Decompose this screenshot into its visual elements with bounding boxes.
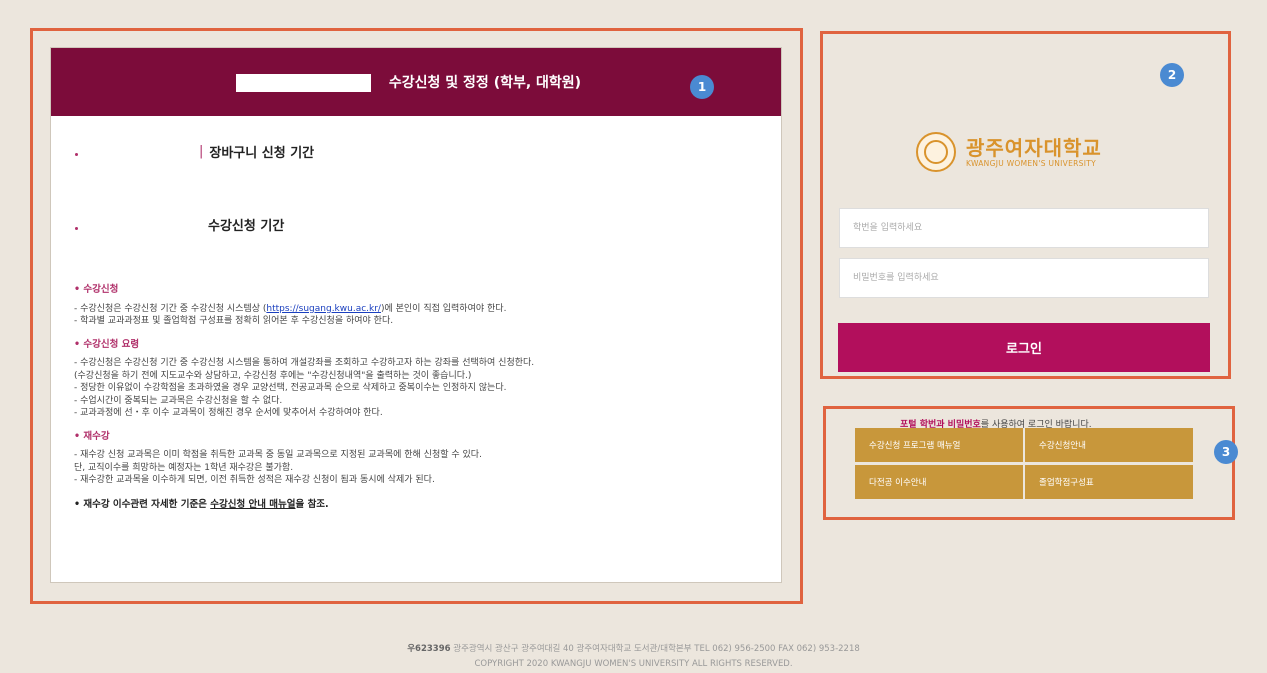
- notice-line: - 재수강한 교과목을 이수하게 되면, 이전 취득한 성적은 재수강 신청이 …: [74, 475, 435, 485]
- footer-copyright: COPYRIGHT 2020 KWANGJU WOMEN'S UNIVERSIT…: [474, 659, 793, 669]
- logo-korean: 광주여자대학교: [966, 135, 1102, 160]
- registration-guide-button[interactable]: 수강신청안내: [1025, 428, 1193, 462]
- final-note: • 재수강 이수관련 자세한 기준은 수강신청 안내 매뉴얼을 참조.: [74, 498, 329, 510]
- password-input[interactable]: [839, 258, 1209, 298]
- callout-number-2: 2: [1160, 63, 1184, 87]
- notice-line: - 정당한 이유없이 수강학점을 초과하였을 경우 교양선택, 전공교과목 순으…: [74, 383, 507, 393]
- sugang-link[interactable]: https://sugang.kwu.ac.kr/: [266, 304, 381, 314]
- notice-line: 단, 교직이수를 희망하는 예정자는 1학년 재수강은 불가함.: [74, 462, 294, 473]
- bullet-dot: [75, 153, 78, 156]
- footer-address: 우623396 광주광역시 광산구 광주여대길 40 광주여자대학교 도서관/대…: [407, 644, 860, 654]
- multi-major-guide-button[interactable]: 다전공 이수안내: [855, 465, 1023, 499]
- notice-body: • 수강신청 - 수강신청은 수강신청 기간 중 수강신청 시스템상 (http…: [74, 284, 774, 511]
- section-heading: • 재수강: [74, 430, 110, 442]
- notice-line: - 수강신청은 수강신청 기간 중 수강신청 시스템상 (https://sug…: [74, 303, 507, 314]
- manual-reference: 수강신청 안내 매뉴얼: [210, 498, 296, 510]
- callout-number-1: 1: [690, 75, 714, 99]
- period-marker: |: [199, 144, 204, 159]
- announcement-panel: 수강신청 및 정정 (학부, 대학원) | 장바구니 신청 기간 수강신청 기간…: [50, 47, 782, 583]
- university-logo: 광주여자대학교 KWANGJU WOMEN'S UNIVERSITY: [916, 132, 1102, 172]
- cart-period-label: 장바구니 신청 기간: [209, 146, 315, 161]
- section-heading: • 수강신청 요령: [74, 338, 140, 350]
- login-button[interactable]: 로그인: [838, 323, 1210, 372]
- page-title: 수강신청 및 정정 (학부, 대학원): [388, 75, 582, 91]
- notice-line: - 교과과정에 선・후 이수 교과목이 정해진 경우 순서에 맞추어서 수강하여…: [74, 408, 383, 418]
- notice-line: - 학과별 교과과정표 및 졸업학점 구성표를 정확히 읽어본 후 수강신청을 …: [74, 316, 394, 326]
- registration-period: 수강신청 기간: [208, 215, 284, 234]
- notice-line: - 수업시간이 중복되는 교과목은 수강신청을 할 수 없다.: [74, 395, 283, 406]
- registration-period-label: 수강신청 기간: [208, 219, 285, 234]
- logo-english: KWANGJU WOMEN'S UNIVERSITY: [966, 158, 1096, 168]
- redaction-box: [236, 74, 371, 92]
- callout-number-3: 3: [1214, 440, 1238, 464]
- university-seal-icon: [916, 132, 956, 172]
- student-id-input[interactable]: [839, 208, 1209, 248]
- notice-line: - 재수강 신청 교과목은 이미 학점을 취득한 교과목 중 동일 교과목으로 …: [74, 450, 482, 460]
- graduation-credits-button[interactable]: 졸업학점구성표: [1025, 465, 1193, 499]
- bullet-dot: [75, 227, 78, 230]
- section-heading: • 수강신청: [74, 284, 119, 295]
- notice-line: (수강신청을 하기 전에 지도교수와 상담하고, 수강신청 후에는 "수강신청내…: [74, 370, 472, 381]
- program-manual-button[interactable]: 수강신청 프로그램 매뉴얼: [855, 428, 1023, 462]
- cart-period: | 장바구니 신청 기간: [199, 142, 314, 161]
- announcement-header: 수강신청 및 정정 (학부, 대학원): [51, 48, 781, 116]
- notice-line: - 수강신청은 수강신청 기간 중 수강신청 시스템을 통하여 개설강좌를 조회…: [74, 358, 535, 368]
